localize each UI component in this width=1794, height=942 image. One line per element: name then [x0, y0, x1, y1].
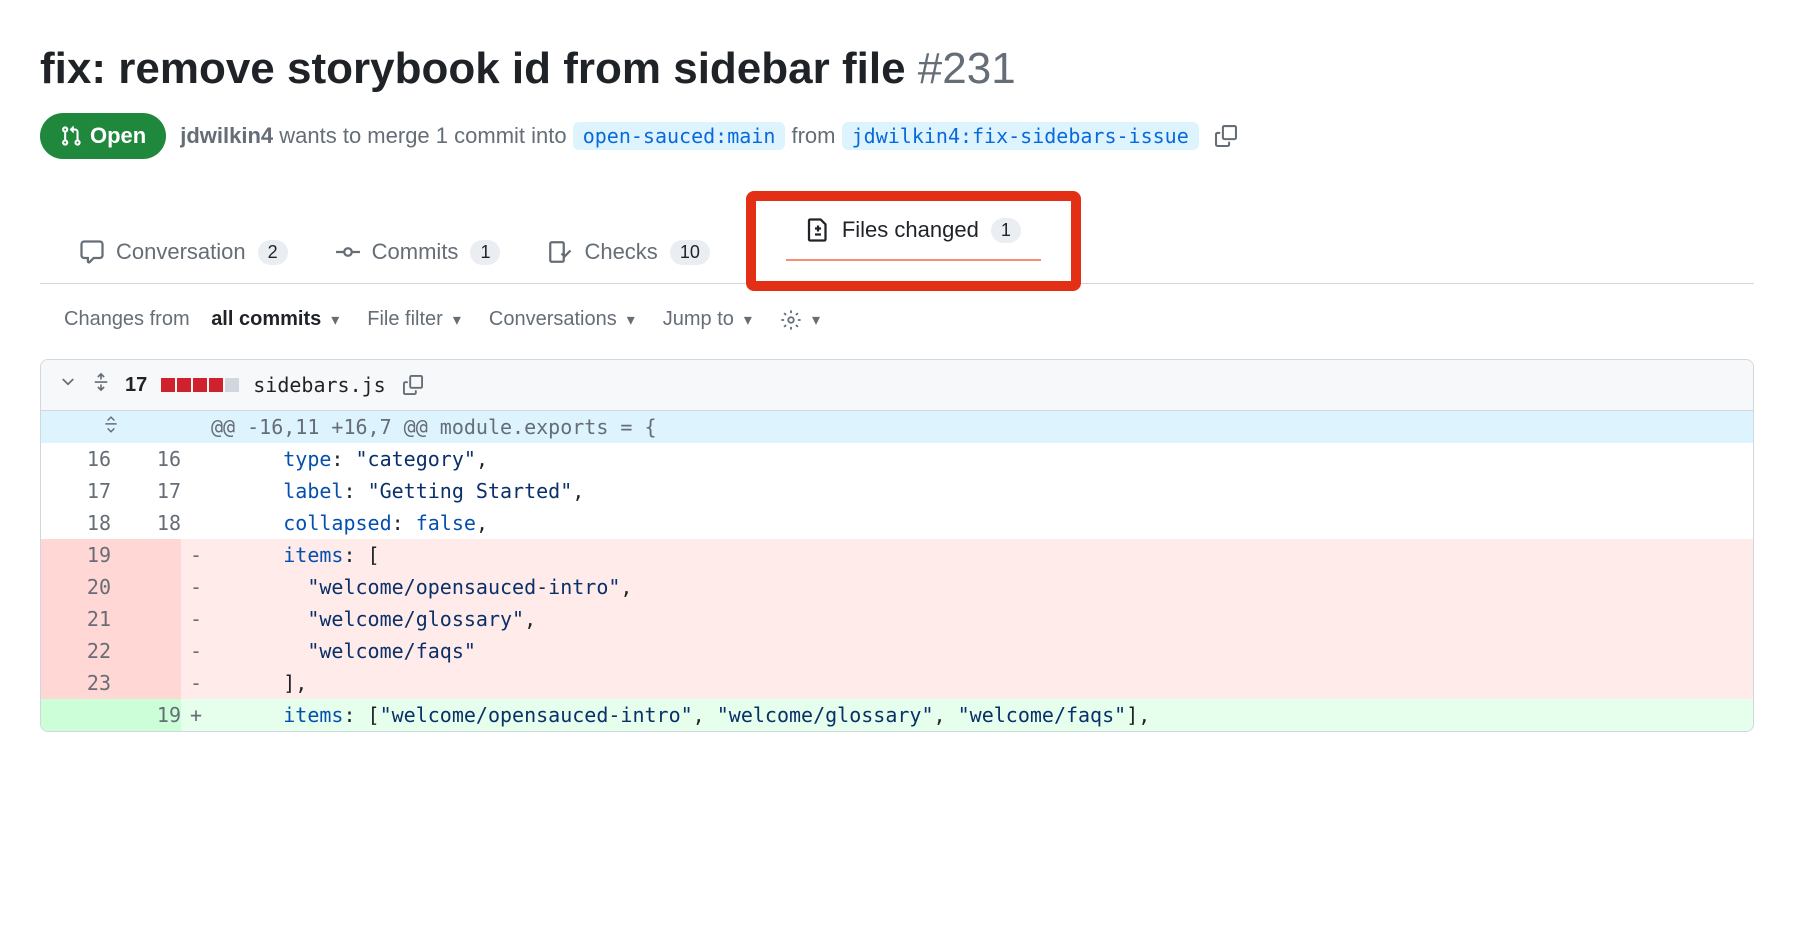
line-num-old[interactable]	[41, 699, 111, 731]
diff-table: @@ -16,11 +16,7 @@ module.exports = { 16…	[41, 411, 1753, 731]
tab-label: Checks	[584, 239, 657, 265]
diff-sign: -	[181, 667, 211, 699]
diff-settings-dropdown[interactable]	[780, 309, 820, 331]
tab-label: Commits	[372, 239, 459, 265]
diff-code: ],	[211, 667, 1753, 699]
diff-code: "welcome/opensauced-intro",	[211, 571, 1753, 603]
changes-from-dropdown[interactable]: Changes from all commits	[64, 308, 339, 331]
diff-row: 19 - items: [	[41, 539, 1753, 571]
line-num-new[interactable]	[111, 667, 181, 699]
diff-row: 21 - "welcome/glossary",	[41, 603, 1753, 635]
tab-conversation[interactable]: Conversation 2	[60, 223, 308, 283]
line-num-old[interactable]: 19	[41, 539, 111, 571]
tab-label: Files changed	[842, 217, 979, 243]
file-diff: 17 sidebars.js @@ -16,11 +16,7 @@ module…	[40, 359, 1754, 732]
tab-checks[interactable]: Checks 10	[528, 223, 729, 283]
merge-description: jdwilkin4 wants to merge 1 commit into o…	[180, 123, 1199, 149]
tab-count: 2	[258, 240, 288, 265]
line-num-new[interactable]: 17	[111, 475, 181, 507]
highlight-annotation: Files changed 1	[746, 191, 1081, 291]
git-pr-icon	[60, 125, 82, 147]
diff-sign: -	[181, 571, 211, 603]
line-num-new[interactable]	[111, 571, 181, 603]
diff-sign: -	[181, 635, 211, 667]
line-num-new[interactable]: 19	[111, 699, 181, 731]
conversations-dropdown[interactable]: Conversations	[489, 308, 635, 331]
pr-meta: Open jdwilkin4 wants to merge 1 commit i…	[40, 113, 1754, 159]
pr-tabs: Conversation 2 Commits 1 Checks 10 Files…	[40, 199, 1754, 284]
diff-row: 1818 collapsed: false,	[41, 507, 1753, 539]
diff-sign: +	[181, 699, 211, 731]
diff-sign	[181, 475, 211, 507]
diff-sign: -	[181, 539, 211, 571]
commit-icon	[336, 240, 360, 264]
hunk-header: @@ -16,11 +16,7 @@ module.exports = {	[211, 411, 1753, 443]
file-diff-icon	[806, 218, 830, 242]
comment-icon	[80, 240, 104, 264]
line-num-new[interactable]: 18	[111, 507, 181, 539]
author-link[interactable]: jdwilkin4	[180, 123, 273, 148]
diff-row: 22 - "welcome/faqs"	[41, 635, 1753, 667]
head-branch[interactable]: jdwilkin4:fix-sidebars-issue	[842, 122, 1199, 150]
line-num-old[interactable]: 17	[41, 475, 111, 507]
line-num-old[interactable]: 21	[41, 603, 111, 635]
diff-code: collapsed: false,	[211, 507, 1753, 539]
expand-all-icon[interactable]	[91, 372, 111, 398]
tab-count: 1	[470, 240, 500, 265]
diffstat	[161, 378, 239, 392]
diff-row: 19+ items: ["welcome/opensauced-intro", …	[41, 699, 1753, 731]
line-num-new[interactable]	[111, 603, 181, 635]
line-num-new[interactable]	[111, 539, 181, 571]
pr-number: #231	[918, 44, 1016, 93]
checklist-icon	[548, 240, 572, 264]
diff-code: items: [	[211, 539, 1753, 571]
file-name[interactable]: sidebars.js	[253, 373, 385, 397]
diff-toolbar: Changes from all commits File filter Con…	[40, 304, 1754, 335]
tab-files-changed[interactable]: Files changed 1	[786, 201, 1041, 261]
copy-path-icon[interactable]	[400, 372, 426, 398]
line-num-old[interactable]: 16	[41, 443, 111, 475]
diff-sign	[181, 443, 211, 475]
diff-code: items: ["welcome/opensauced-intro", "wel…	[211, 699, 1753, 731]
diff-code: label: "Getting Started",	[211, 475, 1753, 507]
file-header: 17 sidebars.js	[41, 360, 1753, 411]
diff-sign: -	[181, 603, 211, 635]
diff-sign	[181, 507, 211, 539]
line-num-new[interactable]: 16	[111, 443, 181, 475]
line-num-old[interactable]: 18	[41, 507, 111, 539]
diff-code: "welcome/glossary",	[211, 603, 1753, 635]
diff-row: 23 - ],	[41, 667, 1753, 699]
line-num-old[interactable]: 20	[41, 571, 111, 603]
expand-up-icon[interactable]	[102, 415, 120, 439]
diff-lines-count: 17	[125, 374, 147, 397]
hunk-header-row: @@ -16,11 +16,7 @@ module.exports = {	[41, 411, 1753, 443]
diff-code: type: "category",	[211, 443, 1753, 475]
line-num-new[interactable]	[111, 635, 181, 667]
diff-row: 20 - "welcome/opensauced-intro",	[41, 571, 1753, 603]
tab-count: 1	[991, 218, 1021, 243]
line-num-old[interactable]: 23	[41, 667, 111, 699]
pr-title: fix: remove storybook id from sidebar fi…	[40, 40, 1754, 97]
state-badge: Open	[40, 113, 166, 159]
file-filter-dropdown[interactable]: File filter	[367, 308, 461, 331]
tab-count: 10	[670, 240, 710, 265]
jump-to-dropdown[interactable]: Jump to	[663, 308, 752, 331]
diff-row: 1717 label: "Getting Started",	[41, 475, 1753, 507]
tab-commits[interactable]: Commits 1	[316, 223, 521, 283]
tab-label: Conversation	[116, 239, 246, 265]
base-branch[interactable]: open-sauced:main	[573, 122, 786, 150]
collapse-file-icon[interactable]	[59, 373, 77, 397]
copy-branch-icon[interactable]	[1213, 123, 1239, 149]
line-num-old[interactable]: 22	[41, 635, 111, 667]
state-label: Open	[90, 123, 146, 149]
diff-row: 1616 type: "category",	[41, 443, 1753, 475]
gear-icon	[780, 309, 802, 331]
pr-title-text: fix: remove storybook id from sidebar fi…	[40, 44, 906, 93]
diff-code: "welcome/faqs"	[211, 635, 1753, 667]
